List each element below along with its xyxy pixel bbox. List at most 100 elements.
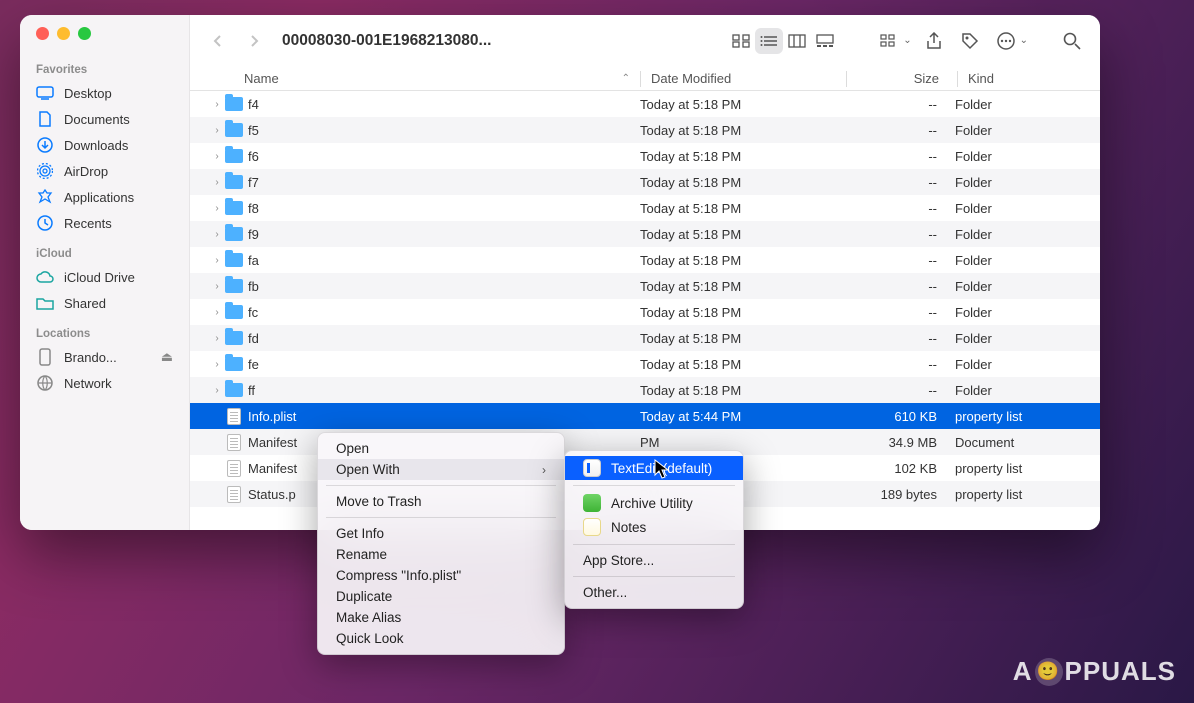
file-row[interactable]: ›f9Today at 5:18 PM--Folder bbox=[190, 221, 1100, 247]
file-name: fc bbox=[244, 305, 640, 320]
file-name: f8 bbox=[244, 201, 640, 216]
sidebar-item-downloads[interactable]: Downloads bbox=[20, 132, 189, 158]
column-header-kind[interactable]: Kind bbox=[958, 71, 1100, 86]
disclosure-triangle[interactable]: › bbox=[210, 307, 224, 318]
disclosure-triangle[interactable]: › bbox=[210, 281, 224, 292]
sidebar-item-desktop[interactable]: Desktop bbox=[20, 80, 189, 106]
file-row[interactable]: ›fcToday at 5:18 PM--Folder bbox=[190, 299, 1100, 325]
sidebar-item-device[interactable]: Brando...⏏ bbox=[20, 344, 189, 370]
file-row[interactable]: ›f6Today at 5:18 PM--Folder bbox=[190, 143, 1100, 169]
file-name: fe bbox=[244, 357, 640, 372]
group-by-button[interactable]: ⌄ bbox=[875, 28, 911, 54]
eject-icon[interactable]: ⏏ bbox=[161, 349, 173, 365]
file-size: -- bbox=[845, 253, 955, 268]
sidebar-item-network[interactable]: Network bbox=[20, 370, 189, 396]
chevron-down-icon: ⌄ bbox=[1020, 35, 1028, 46]
disclosure-triangle[interactable]: › bbox=[210, 385, 224, 396]
submenu-item-archive[interactable]: Archive Utility bbox=[565, 491, 743, 515]
gallery-view-button[interactable] bbox=[811, 28, 839, 54]
file-row[interactable]: ›fdToday at 5:18 PM--Folder bbox=[190, 325, 1100, 351]
toolbar: 00008030-001E1968213080... ⌄ ⌄ bbox=[190, 15, 1100, 67]
file-size: -- bbox=[845, 201, 955, 216]
tags-button[interactable] bbox=[956, 28, 984, 54]
sidebar-item-documents[interactable]: Documents bbox=[20, 106, 189, 132]
maximize-window-button[interactable] bbox=[78, 27, 91, 40]
file-row[interactable]: ›f5Today at 5:18 PM--Folder bbox=[190, 117, 1100, 143]
sidebar-section-icloud: iCloud bbox=[20, 236, 189, 264]
file-kind: Folder bbox=[955, 305, 1100, 320]
menu-item-quicklook[interactable]: Quick Look bbox=[318, 628, 564, 649]
notes-app-icon bbox=[583, 518, 601, 536]
action-menu-button[interactable]: ⌄ bbox=[992, 28, 1028, 54]
disclosure-triangle[interactable]: › bbox=[210, 359, 224, 370]
disclosure-triangle[interactable]: › bbox=[210, 99, 224, 110]
list-view-button[interactable] bbox=[755, 28, 783, 54]
file-row[interactable]: ›feToday at 5:18 PM--Folder bbox=[190, 351, 1100, 377]
close-window-button[interactable] bbox=[36, 27, 49, 40]
back-button[interactable] bbox=[204, 28, 232, 54]
search-button[interactable] bbox=[1058, 28, 1086, 54]
submenu-item-other[interactable]: Other... bbox=[565, 582, 743, 603]
minimize-window-button[interactable] bbox=[57, 27, 70, 40]
forward-button[interactable] bbox=[240, 28, 268, 54]
archive-utility-app-icon bbox=[583, 494, 601, 512]
file-row[interactable]: ›f4Today at 5:18 PM--Folder bbox=[190, 91, 1100, 117]
sidebar-item-shared[interactable]: Shared bbox=[20, 290, 189, 316]
file-row[interactable]: Info.plistToday at 5:44 PM610 KBproperty… bbox=[190, 403, 1100, 429]
menu-item-open[interactable]: Open bbox=[318, 438, 564, 459]
file-row[interactable]: ›f8Today at 5:18 PM--Folder bbox=[190, 195, 1100, 221]
file-kind: Folder bbox=[955, 331, 1100, 346]
file-size: -- bbox=[845, 149, 955, 164]
file-size: -- bbox=[845, 331, 955, 346]
file-row[interactable]: ›ffToday at 5:18 PM--Folder bbox=[190, 377, 1100, 403]
file-size: -- bbox=[845, 123, 955, 138]
menu-item-trash[interactable]: Move to Trash bbox=[318, 491, 564, 512]
disclosure-triangle[interactable]: › bbox=[210, 177, 224, 188]
sort-indicator-icon: ⌃ bbox=[622, 73, 630, 84]
textedit-app-icon bbox=[583, 459, 601, 477]
folder-icon bbox=[225, 383, 243, 397]
submenu-item-textedit[interactable]: TextEdit (default) bbox=[565, 456, 743, 480]
sidebar-item-recents[interactable]: Recents bbox=[20, 210, 189, 236]
disclosure-triangle[interactable]: › bbox=[210, 229, 224, 240]
file-date: Today at 5:18 PM bbox=[640, 175, 845, 190]
traffic-lights bbox=[20, 27, 189, 52]
file-kind: Folder bbox=[955, 253, 1100, 268]
column-header-name[interactable]: Name⌃ bbox=[210, 71, 640, 86]
file-date: Today at 5:18 PM bbox=[640, 201, 845, 216]
menu-item-alias[interactable]: Make Alias bbox=[318, 607, 564, 628]
icon-view-button[interactable] bbox=[727, 28, 755, 54]
sidebar-item-airdrop[interactable]: AirDrop bbox=[20, 158, 189, 184]
menu-item-open-with[interactable]: Open With› bbox=[318, 459, 564, 480]
file-kind: Folder bbox=[955, 123, 1100, 138]
shared-folder-icon bbox=[36, 294, 54, 312]
folder-icon bbox=[225, 227, 243, 241]
column-header-size[interactable]: Size bbox=[847, 71, 957, 86]
file-name: fb bbox=[244, 279, 640, 294]
sidebar-item-applications[interactable]: Applications bbox=[20, 184, 189, 210]
disclosure-triangle[interactable]: › bbox=[210, 151, 224, 162]
file-kind: Folder bbox=[955, 357, 1100, 372]
disclosure-triangle[interactable]: › bbox=[210, 333, 224, 344]
sidebar-item-icloud-drive[interactable]: iCloud Drive bbox=[20, 264, 189, 290]
submenu-item-appstore[interactable]: App Store... bbox=[565, 550, 743, 571]
share-button[interactable] bbox=[920, 28, 948, 54]
folder-icon bbox=[225, 175, 243, 189]
file-date: Today at 5:18 PM bbox=[640, 253, 845, 268]
file-row[interactable]: ›fbToday at 5:18 PM--Folder bbox=[190, 273, 1100, 299]
menu-item-compress[interactable]: Compress "Info.plist" bbox=[318, 565, 564, 586]
file-size: 610 KB bbox=[845, 409, 955, 424]
column-view-button[interactable] bbox=[783, 28, 811, 54]
menu-item-rename[interactable]: Rename bbox=[318, 544, 564, 565]
disclosure-triangle[interactable]: › bbox=[210, 125, 224, 136]
disclosure-triangle[interactable]: › bbox=[210, 255, 224, 266]
file-row[interactable]: ›f7Today at 5:18 PM--Folder bbox=[190, 169, 1100, 195]
file-row[interactable]: ›faToday at 5:18 PM--Folder bbox=[190, 247, 1100, 273]
disclosure-triangle[interactable]: › bbox=[210, 203, 224, 214]
submenu-item-notes[interactable]: Notes bbox=[565, 515, 743, 539]
menu-item-getinfo[interactable]: Get Info bbox=[318, 523, 564, 544]
file-kind: Folder bbox=[955, 383, 1100, 398]
menu-item-duplicate[interactable]: Duplicate bbox=[318, 586, 564, 607]
file-date: Today at 5:18 PM bbox=[640, 227, 845, 242]
column-header-date[interactable]: Date Modified bbox=[641, 71, 846, 86]
